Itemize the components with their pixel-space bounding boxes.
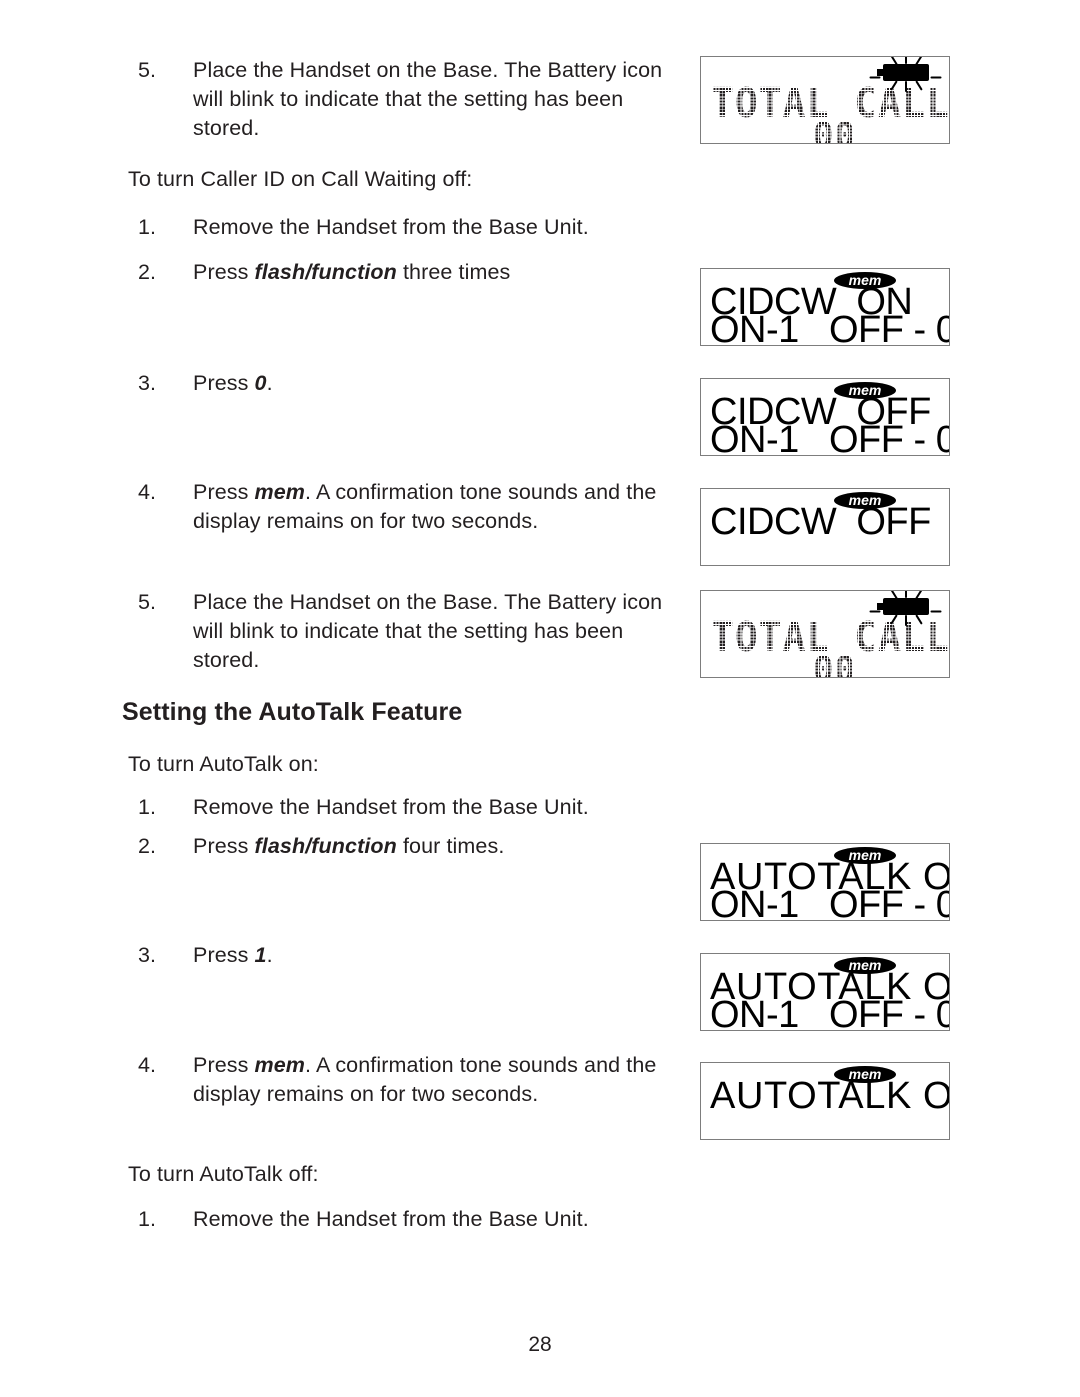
list-item: 3. Press 1.: [128, 941, 673, 970]
lcd-line-2: ON-1 OFF - 0: [710, 884, 950, 921]
list-item: 1. Remove the Handset from the Base Unit…: [128, 213, 673, 242]
page-number: 28: [528, 1333, 552, 1356]
key-name-emphasis: mem: [254, 1053, 306, 1077]
step-text-post: .: [266, 371, 273, 395]
lcd-panel-autotalk-on-two-line: mem AUTOTALK ON ON-1 OFF - 0: [700, 953, 950, 1031]
step-text: Press flash/function four times.: [193, 832, 663, 861]
key-name-emphasis: flash/function: [254, 834, 397, 858]
step-text-pre: Press: [193, 371, 255, 395]
key-name-emphasis: 0: [254, 371, 267, 395]
step-text-post: three times: [396, 260, 511, 284]
lcd-line-2: 00: [813, 115, 856, 144]
lcd-panel-autotalk-off-two-line: mem AUTOTALK OFF ON-1 OFF - 0: [700, 843, 950, 921]
step-text: Remove the Handset from the Base Unit.: [193, 215, 589, 239]
key-name-emphasis: mem: [254, 480, 306, 504]
step-number: 2.: [138, 260, 157, 284]
step-number: 3.: [138, 943, 157, 967]
lcd-panel-cidcw-on: mem CIDCW ON ON-1 OFF - 0: [700, 268, 950, 346]
list-item: 3. Press 0.: [128, 369, 673, 398]
list-item: 2. Press flash/function four times.: [128, 832, 673, 861]
page-section-heading: Setting the AutoTalk Feature: [122, 698, 463, 726]
step-text: Press 1.: [193, 941, 663, 970]
lcd-panel-total-calls-2: TOTAL CALLS 00: [700, 590, 950, 678]
step-text-pre: Press: [193, 260, 255, 284]
lcd-panel-total-calls-1: TOTAL CALLS 00: [700, 56, 950, 144]
step-text-post: .: [266, 943, 273, 967]
list-item: 1. Remove the Handset from the Base Unit…: [128, 1205, 673, 1234]
step-number: 1.: [138, 215, 157, 239]
list-item: 5. Place the Handset on the Base. The Ba…: [128, 588, 673, 675]
battery-blink-icon: [869, 57, 943, 93]
lcd-line-1: CIDCW OFF: [710, 501, 931, 543]
section-lead-cidcw-off: To turn Caller ID on Call Waiting off:: [128, 167, 473, 191]
battery-blink-icon: [869, 591, 943, 627]
lcd-panel-cidcw-off-one-line: mem CIDCW OFF: [700, 488, 950, 566]
section-lead-autotalk-on: To turn AutoTalk on:: [128, 752, 319, 776]
step-text-pre: Press: [193, 1053, 255, 1077]
list-item: 2. Press flash/function three times: [128, 258, 673, 287]
key-name-emphasis: flash/function: [254, 260, 397, 284]
step-number: 5.: [138, 58, 157, 82]
list-item: 1. Remove the Handset from the Base Unit…: [128, 793, 673, 822]
list-item: 5. Place the Handset on the Base. The Ba…: [128, 56, 673, 143]
list-item: 4. Press mem. A confirmation tone sounds…: [128, 478, 673, 536]
list-item: 4. Press mem. A confirmation tone sounds…: [128, 1051, 673, 1109]
step-text: Press flash/function three times: [193, 258, 663, 287]
step-number: 4.: [138, 1053, 157, 1077]
step-number: 2.: [138, 834, 157, 858]
lcd-line-2: ON-1 OFF - 0: [710, 994, 950, 1031]
lcd-line-1: AUTOTALK ON: [710, 1075, 949, 1117]
step-text-pre: Press: [193, 834, 255, 858]
lcd-panel-autotalk-on-one-line: mem AUTOTALK ON: [700, 1062, 950, 1140]
step-number: 4.: [138, 480, 157, 504]
step-number: 1.: [138, 1207, 157, 1231]
lcd-line-2: ON-1 OFF - 0: [710, 309, 950, 346]
section-lead-autotalk-off: To turn AutoTalk off:: [128, 1162, 319, 1186]
step-number: 5.: [138, 590, 157, 614]
step-text: Remove the Handset from the Base Unit.: [193, 1207, 589, 1231]
step-text-post: four times.: [396, 834, 505, 858]
manual-page: 5. Place the Handset on the Base. The Ba…: [0, 0, 1080, 1397]
step-text: Press 0.: [193, 369, 663, 398]
lcd-panel-cidcw-off-two-line: mem CIDCW OFF ON-1 OFF - 0: [700, 378, 950, 456]
lcd-line-2: 00: [813, 649, 856, 678]
step-text: Press mem. A confirmation tone sounds an…: [193, 1051, 663, 1109]
step-number: 3.: [138, 371, 157, 395]
step-text: Press mem. A confirmation tone sounds an…: [193, 478, 663, 536]
lcd-line-2: ON-1 OFF - 0: [710, 419, 950, 456]
step-text: Place the Handset on the Base. The Batte…: [193, 590, 663, 672]
step-number: 1.: [138, 795, 157, 819]
key-name-emphasis: 1: [254, 943, 267, 967]
step-text: Place the Handset on the Base. The Batte…: [193, 58, 663, 140]
step-text-pre: Press: [193, 943, 255, 967]
step-text-pre: Press: [193, 480, 255, 504]
step-text: Remove the Handset from the Base Unit.: [193, 795, 589, 819]
